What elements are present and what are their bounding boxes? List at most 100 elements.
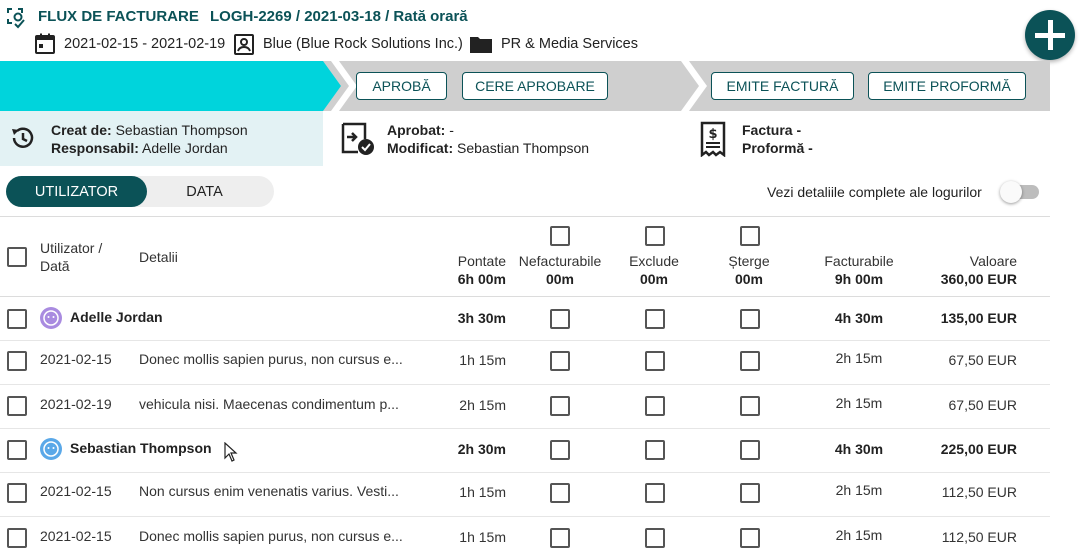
row-value: 112,50 EUR — [941, 484, 1017, 500]
nonbillable-checkbox[interactable] — [550, 528, 570, 548]
nonbillable-checkbox[interactable] — [550, 396, 570, 416]
entry-details[interactable]: Donec mollis sapien purus, non cursus e.… — [139, 351, 403, 367]
col-exclude-header: Exclude 00m — [629, 253, 679, 287]
history-icon — [12, 127, 34, 148]
details-switch[interactable] — [1000, 181, 1039, 203]
row-checkbox[interactable] — [7, 483, 27, 503]
exclude-checkbox[interactable] — [645, 309, 665, 329]
add-button[interactable] — [1025, 10, 1075, 60]
exclude-all-checkbox[interactable] — [645, 226, 665, 246]
nonbillable-checkbox[interactable] — [550, 351, 570, 371]
logged-time: 1h 15m — [459, 352, 506, 368]
delete-checkbox[interactable] — [740, 351, 760, 371]
row-checkbox[interactable] — [7, 528, 27, 548]
exclude-checkbox[interactable] — [645, 440, 665, 460]
proforma-value: - — [808, 140, 813, 156]
created-info: Creat de: Sebastian Thompson Responsabil… — [51, 121, 248, 157]
logged-time: 1h 15m — [459, 529, 506, 545]
delete-checkbox[interactable] — [740, 528, 760, 548]
approve-button[interactable]: APROBĂ — [356, 72, 447, 100]
entry-date: 2021-02-19 — [40, 396, 112, 412]
date-range-text: 2021-02-15 - 2021-02-19 — [64, 36, 226, 52]
delete-all-checkbox[interactable] — [740, 226, 760, 246]
nonbillable-checkbox[interactable] — [550, 440, 570, 460]
row-checkbox[interactable] — [7, 351, 27, 371]
request-approval-button[interactable]: CERE APROBARE — [462, 72, 608, 100]
row-value: 67,50 EUR — [948, 352, 1017, 368]
client: Blue (Blue Rock Solutions Inc.) — [233, 33, 463, 55]
user-name: Sebastian Thompson — [70, 440, 212, 456]
created-value: Sebastian Thompson — [115, 122, 248, 138]
responsible-value: Adelle Jordan — [142, 140, 228, 156]
created-label: Creat de: — [51, 122, 112, 138]
row-checkbox[interactable] — [7, 440, 27, 460]
cursor-icon — [224, 442, 238, 462]
logged-time: 2h 15m — [459, 397, 506, 413]
col-delete-header: Șterge 00m — [728, 253, 770, 287]
contact-card-icon — [234, 34, 254, 55]
row-value: 112,50 EUR — [941, 529, 1017, 545]
client-text: Blue (Blue Rock Solutions Inc.) — [263, 36, 463, 52]
avatar — [40, 307, 62, 329]
row-value: 225,00 EUR — [940, 441, 1017, 457]
svg-text:$: $ — [708, 127, 717, 142]
nonbillable-checkbox[interactable] — [550, 483, 570, 503]
row-value: 67,50 EUR — [948, 397, 1017, 413]
tab-user[interactable]: UTILIZATOR — [6, 176, 147, 207]
invoice-label: Factura — [742, 122, 793, 138]
logged-time: 3h 30m — [457, 310, 506, 326]
delete-checkbox[interactable] — [740, 440, 760, 460]
user-name: Adelle Jordan — [70, 309, 163, 325]
logged-time: 2h 30m — [457, 441, 506, 457]
proforma-label: Proformă — [742, 140, 805, 156]
project: PR & Media Services — [469, 33, 638, 55]
workflow-icon — [7, 8, 25, 29]
invoice-info: Factura - Proformă - — [742, 121, 813, 157]
approved-label: Aprobat: — [387, 122, 446, 138]
entry-date: 2021-02-15 — [40, 483, 112, 499]
exclude-checkbox[interactable] — [645, 528, 665, 548]
row-checkbox[interactable] — [7, 396, 27, 416]
approve-doc-icon — [341, 122, 374, 155]
row-divider — [0, 384, 1050, 385]
row-checkbox[interactable] — [7, 309, 27, 329]
row-divider — [0, 472, 1050, 473]
approved-value: - — [449, 122, 454, 138]
nonbillable-all-checkbox[interactable] — [550, 226, 570, 246]
row-divider — [0, 340, 1050, 341]
delete-checkbox[interactable] — [740, 483, 760, 503]
receipt-icon: $ — [700, 121, 726, 157]
entry-details[interactable]: Non cursus enim venenatis varius. Vesti.… — [139, 483, 399, 499]
calendar-icon — [35, 33, 55, 54]
entry-details[interactable]: vehicula nisi. Maecenas condimentum p... — [139, 396, 399, 412]
logged-time: 1h 15m — [459, 484, 506, 500]
page-subtitle: LOGH-2269 / 2021-03-18 / Rată orară — [210, 8, 468, 25]
modified-label: Modificat: — [387, 140, 454, 156]
avatar — [40, 438, 62, 460]
issue-proforma-button[interactable]: EMITE PROFORMĂ — [868, 72, 1026, 100]
delete-checkbox[interactable] — [740, 396, 760, 416]
col-details-header: Detalii — [139, 249, 178, 265]
row-divider — [0, 428, 1050, 429]
approval-info: Aprobat: - Modificat: Sebastian Thompson — [387, 121, 589, 157]
nonbillable-checkbox[interactable] — [550, 309, 570, 329]
entry-date: 2021-02-15 — [40, 351, 112, 367]
exclude-checkbox[interactable] — [645, 483, 665, 503]
exclude-checkbox[interactable] — [645, 351, 665, 371]
col-nonbillable-header: Nefacturabile 00m — [518, 253, 602, 287]
row-value: 135,00 EUR — [940, 310, 1017, 326]
select-all-checkbox[interactable] — [7, 247, 27, 267]
col-value-header: Valoare 360,00 EUR — [940, 253, 1017, 287]
modified-value: Sebastian Thompson — [457, 140, 590, 156]
details-switch-label: Vezi detaliile complete ale logurilor — [767, 184, 982, 200]
exclude-checkbox[interactable] — [645, 396, 665, 416]
tab-date[interactable]: DATA — [147, 176, 262, 207]
col-user-header: Utilizator / Dată — [40, 240, 103, 274]
delete-checkbox[interactable] — [740, 309, 760, 329]
issue-invoice-button[interactable]: EMITE FACTURĂ — [711, 72, 854, 100]
col-logged-header: Pontate 6h 00m — [457, 253, 506, 287]
folder-icon — [470, 37, 492, 53]
invoice-value: - — [796, 122, 802, 138]
project-text: PR & Media Services — [501, 36, 638, 52]
entry-details[interactable]: Donec mollis sapien purus, non cursus e.… — [139, 528, 403, 544]
